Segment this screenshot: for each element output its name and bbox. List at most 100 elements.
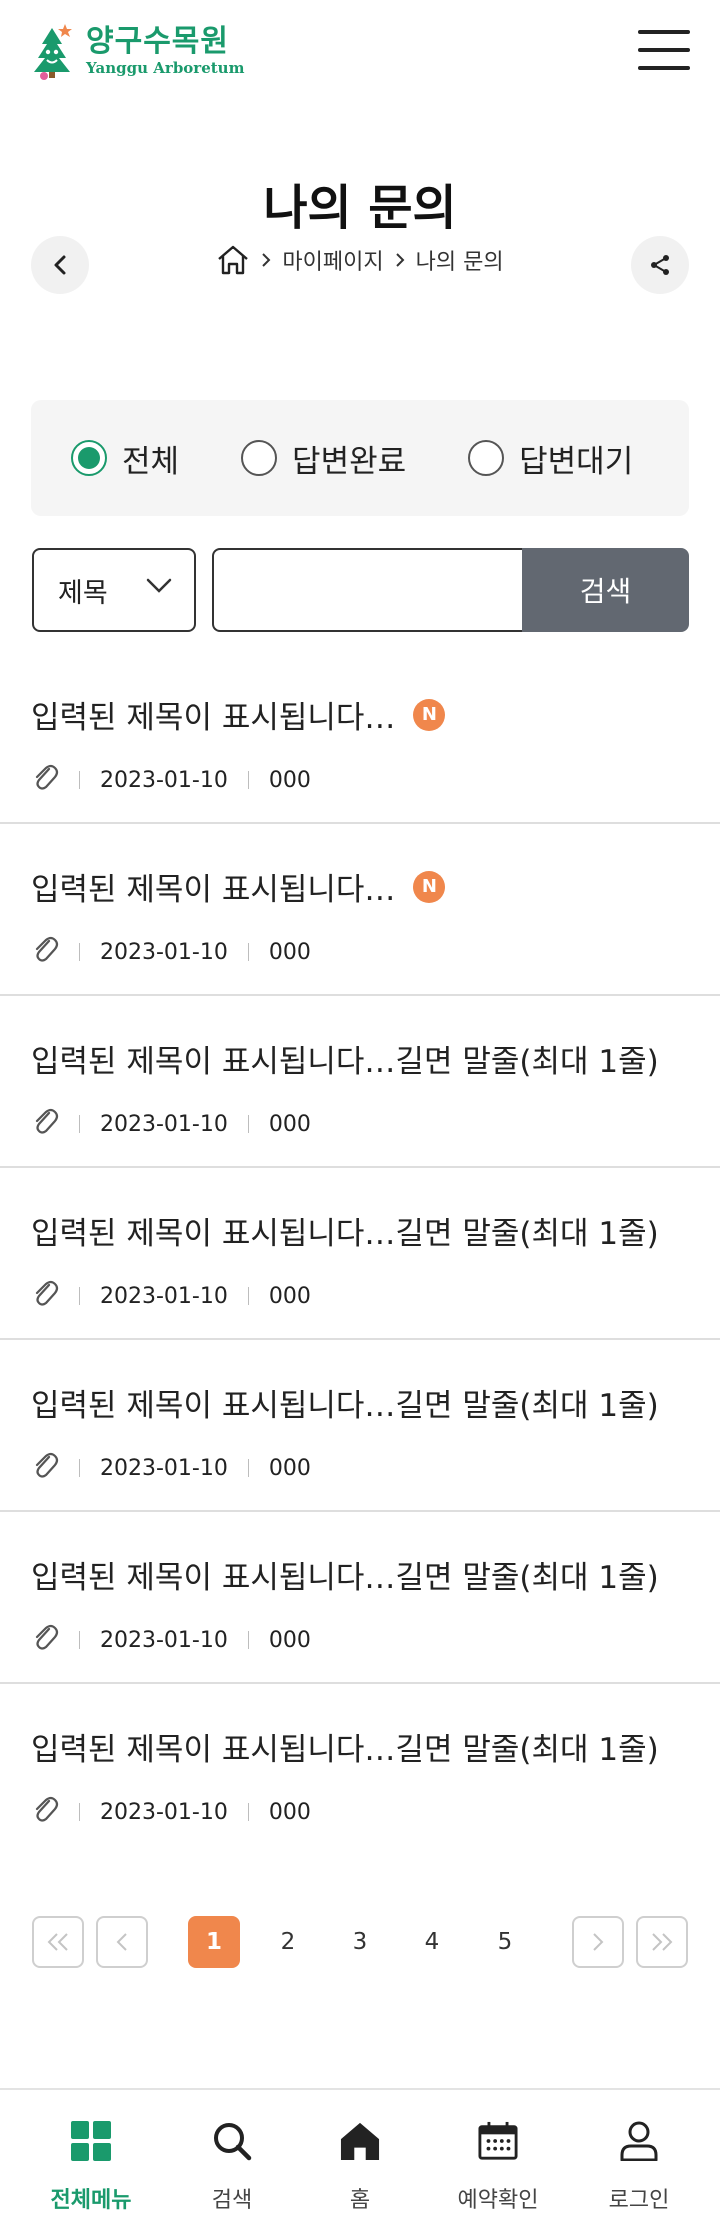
logo[interactable]: 양구수목원 Yanggu Arboretum xyxy=(30,22,244,80)
divider xyxy=(247,1287,249,1305)
prev-page-button[interactable] xyxy=(96,1916,148,1968)
divider xyxy=(79,943,80,961)
hamburger-menu-button[interactable] xyxy=(638,30,690,70)
nav-search[interactable]: 검색 xyxy=(167,2090,297,2232)
search-input[interactable] xyxy=(212,548,524,632)
divider xyxy=(247,1459,249,1477)
inquiry-meta: 2023-01-10 000 xyxy=(31,762,311,798)
search-field-select[interactable]: 제목 xyxy=(32,548,196,632)
inquiry-date: 2023-01-10 xyxy=(100,1111,228,1137)
inquiry-author: 000 xyxy=(268,1799,311,1825)
home-icon xyxy=(340,2120,380,2162)
pagination: 1 2 3 4 5 xyxy=(0,1916,720,1968)
page-number-2[interactable]: 2 xyxy=(262,1916,314,1968)
new-badge: N xyxy=(413,870,446,903)
inquiry-title[interactable]: 입력된 제목이 표시됩니다…길면 말줄(최대 1줄) xyxy=(31,1552,659,1597)
hamburger-icon-line xyxy=(638,30,690,34)
home-icon[interactable] xyxy=(216,244,250,276)
nav-reservation[interactable]: 예약확인 xyxy=(433,2090,563,2232)
radio-button[interactable] xyxy=(241,440,278,476)
nav-label: 로그인 xyxy=(608,2188,670,2213)
radio-button[interactable] xyxy=(468,440,505,476)
nav-label: 검색 xyxy=(211,2188,253,2213)
inquiry-date: 2023-01-10 xyxy=(100,1283,228,1309)
list-item[interactable]: 입력된 제목이 표시됩니다…길면 말줄(최대 1줄) 2023-01-10 000 xyxy=(0,1168,720,1340)
divider xyxy=(247,771,249,789)
radio-label: 전체 xyxy=(122,443,180,480)
page-number-1[interactable]: 1 xyxy=(188,1916,240,1968)
divider xyxy=(247,1803,249,1821)
paperclip-icon xyxy=(31,1450,59,1486)
bottom-navigation: 전체메뉴 검색 홈 예약확인 로그인 xyxy=(0,2088,720,2232)
nav-label: 홈 xyxy=(349,2188,371,2213)
nav-login[interactable]: 로그인 xyxy=(574,2090,704,2232)
double-chevron-left-icon xyxy=(47,1933,68,1951)
radio-all[interactable]: 전체 xyxy=(71,436,179,481)
calendar-icon xyxy=(478,2120,518,2162)
logo-english-text: Yanggu Arboretum xyxy=(86,59,245,77)
inquiry-meta: 2023-01-10 000 xyxy=(31,934,311,970)
divider xyxy=(79,771,80,789)
breadcrumb-item-mypage[interactable]: 마이페이지 xyxy=(282,244,383,276)
inquiry-title[interactable]: 입력된 제목이 표시됩니다… N xyxy=(31,864,446,909)
next-page-button[interactable] xyxy=(572,1916,624,1968)
paperclip-icon xyxy=(31,1278,59,1314)
inquiry-meta: 2023-01-10 000 xyxy=(31,1794,311,1830)
breadcrumb-item-current: 나의 문의 xyxy=(415,250,504,275)
list-item[interactable]: 입력된 제목이 표시됩니다…길면 말줄(최대 1줄) 2023-01-10 000 xyxy=(0,1512,720,1684)
chevron-left-icon xyxy=(116,1933,127,1951)
inquiry-meta: 2023-01-10 000 xyxy=(31,1278,311,1314)
list-item[interactable]: 입력된 제목이 표시됩니다…길면 말줄(최대 1줄) 2023-01-10 000 xyxy=(0,1340,720,1512)
last-page-button[interactable] xyxy=(636,1916,688,1968)
radio-button-checked[interactable] xyxy=(71,440,107,476)
inquiry-date: 2023-01-10 xyxy=(100,1799,228,1825)
inquiry-date: 2023-01-10 xyxy=(100,939,228,965)
inquiry-meta: 2023-01-10 000 xyxy=(31,1622,311,1658)
inquiry-date: 2023-01-10 xyxy=(100,1627,228,1653)
inquiry-date: 2023-01-10 xyxy=(100,767,228,793)
chevron-right-icon xyxy=(260,252,272,268)
paperclip-icon xyxy=(31,934,59,970)
inquiry-title[interactable]: 입력된 제목이 표시됩니다…길면 말줄(최대 1줄) xyxy=(31,1036,659,1081)
page-number-3[interactable]: 3 xyxy=(334,1916,386,1968)
inquiry-title[interactable]: 입력된 제목이 표시됩니다…길면 말줄(최대 1줄) xyxy=(31,1380,659,1425)
inquiry-date: 2023-01-10 xyxy=(100,1455,228,1481)
inquiry-title-text: 입력된 제목이 표시됩니다…길면 말줄(최대 1줄) xyxy=(31,1044,659,1080)
user-icon xyxy=(619,2120,659,2162)
select-value: 제목 xyxy=(58,577,108,609)
divider xyxy=(79,1115,80,1133)
divider xyxy=(79,1287,80,1305)
chevron-right-icon xyxy=(593,1933,604,1951)
inquiry-meta: 2023-01-10 000 xyxy=(31,1106,311,1142)
page-number-4[interactable]: 4 xyxy=(406,1916,458,1968)
page-number-5[interactable]: 5 xyxy=(479,1916,531,1968)
radio-answered[interactable]: 답변완료 xyxy=(241,436,406,481)
radio-label: 답변대기 xyxy=(519,443,634,480)
first-page-button[interactable] xyxy=(32,1916,84,1968)
divider xyxy=(247,1115,249,1133)
divider xyxy=(79,1803,80,1821)
inquiry-title[interactable]: 입력된 제목이 표시됩니다…길면 말줄(최대 1줄) xyxy=(31,1208,659,1253)
chevron-right-icon xyxy=(394,252,406,268)
nav-all-menu[interactable]: 전체메뉴 xyxy=(26,2090,156,2232)
inquiry-author: 000 xyxy=(268,1455,311,1481)
radio-label: 답변완료 xyxy=(292,443,407,480)
list-item[interactable]: 입력된 제목이 표시됩니다…길면 말줄(최대 1줄) 2023-01-10 000 xyxy=(0,996,720,1168)
list-item[interactable]: 입력된 제목이 표시됩니다… N 2023-01-10 000 xyxy=(0,652,720,824)
search-button[interactable]: 검색 xyxy=(522,548,689,632)
divider xyxy=(79,1459,80,1477)
inquiry-title[interactable]: 입력된 제목이 표시됩니다…길면 말줄(최대 1줄) xyxy=(31,1724,659,1769)
list-item[interactable]: 입력된 제목이 표시됩니다…길면 말줄(최대 1줄) 2023-01-10 000 xyxy=(0,1684,720,1856)
answer-status-filter: 전체 답변완료 답변대기 xyxy=(31,400,689,516)
inquiry-title[interactable]: 입력된 제목이 표시됩니다… N xyxy=(31,692,446,737)
divider xyxy=(247,943,249,961)
hamburger-icon-line xyxy=(638,66,690,70)
chevron-down-icon xyxy=(146,578,172,593)
nav-home[interactable]: 홈 xyxy=(295,2090,425,2232)
inquiry-title-text: 입력된 제목이 표시됩니다…길면 말줄(최대 1줄) xyxy=(31,1560,659,1596)
inquiry-title-text: 입력된 제목이 표시됩니다…길면 말줄(최대 1줄) xyxy=(31,1732,659,1768)
list-item[interactable]: 입력된 제목이 표시됩니다… N 2023-01-10 000 xyxy=(0,824,720,996)
inquiry-author: 000 xyxy=(268,1111,311,1137)
radio-pending[interactable]: 답변대기 xyxy=(468,436,633,481)
share-button[interactable] xyxy=(631,236,689,294)
